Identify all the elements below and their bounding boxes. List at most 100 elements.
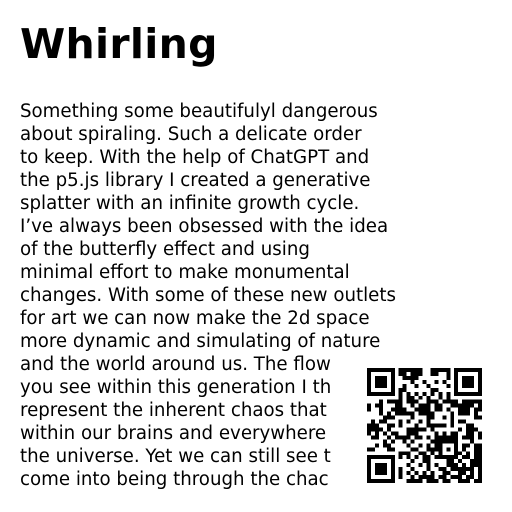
qr-module [454, 387, 459, 392]
qr-module [462, 411, 467, 416]
qr-module [418, 435, 423, 440]
qr-module [367, 427, 371, 432]
qr-module [446, 455, 451, 460]
qr-module [474, 463, 479, 468]
qr-module [402, 387, 407, 392]
qr-module [426, 479, 431, 483]
qr-module [438, 467, 443, 472]
qr-module [414, 383, 419, 388]
qr-module [458, 451, 463, 456]
qr-module [402, 407, 407, 412]
qr-module [370, 455, 375, 460]
qr-module [430, 427, 435, 432]
qr-module [382, 419, 387, 424]
qr-module [367, 423, 371, 428]
qr-module [458, 368, 463, 372]
qr-module [454, 375, 459, 380]
qr-module [426, 447, 431, 452]
qr-module [382, 368, 387, 372]
qr-module [374, 368, 379, 372]
qr-module [422, 455, 427, 460]
qr-module [430, 439, 435, 444]
qr-module [418, 411, 423, 416]
qr-module [398, 451, 403, 456]
qr-module [410, 479, 415, 483]
qr-module [367, 455, 371, 460]
qr-module [382, 463, 387, 468]
qr-module [442, 431, 447, 436]
qr-module [406, 435, 411, 440]
qr-module [434, 368, 439, 372]
qr-module [426, 383, 431, 388]
qr-module [378, 467, 383, 472]
qr-module [374, 431, 379, 436]
qr-module [478, 415, 482, 420]
qr-module [410, 427, 415, 432]
qr-module [406, 443, 411, 448]
qr-module [374, 467, 379, 472]
qr-module [398, 475, 403, 480]
qr-module [410, 439, 415, 444]
qr-module [458, 467, 463, 472]
qr-module [418, 463, 423, 468]
qr-module [398, 419, 403, 424]
qr-module [450, 463, 455, 468]
qr-module [446, 375, 451, 380]
qr-module [422, 403, 427, 408]
qr-module [390, 463, 395, 468]
qr-module [390, 383, 395, 388]
qr-module [446, 395, 451, 400]
qr-module [414, 427, 419, 432]
qr-module [458, 391, 463, 396]
qr-module [378, 379, 383, 384]
qr-module [470, 471, 475, 476]
qr-module [450, 403, 455, 408]
qr-module [406, 391, 411, 396]
qr-module [398, 471, 403, 476]
qr-code-icon[interactable] [367, 368, 482, 483]
qr-module [422, 475, 427, 480]
qr-module [438, 403, 443, 408]
qr-code-panel[interactable] [357, 358, 492, 492]
qr-module [406, 463, 411, 468]
qr-module [434, 443, 439, 448]
qr-module [410, 403, 415, 408]
qr-module [402, 451, 407, 456]
qr-module [478, 459, 482, 464]
qr-module [474, 479, 479, 483]
qr-module [418, 475, 423, 480]
qr-module [382, 479, 387, 483]
qr-module [367, 475, 371, 480]
qr-module [458, 411, 463, 416]
qr-module [446, 439, 451, 444]
qr-module [438, 435, 443, 440]
qr-module [374, 435, 379, 440]
qr-module [422, 407, 427, 412]
qr-module [430, 423, 435, 428]
qr-module [406, 411, 411, 416]
qr-module [454, 391, 459, 396]
qr-module [410, 415, 415, 420]
qr-module [398, 391, 403, 396]
qr-module [442, 415, 447, 420]
qr-module [458, 479, 463, 483]
qr-module [466, 479, 471, 483]
qr-module [434, 399, 439, 404]
qr-module [462, 479, 467, 483]
qr-module [406, 375, 411, 380]
qr-module [474, 411, 479, 416]
qr-module [430, 391, 435, 396]
qr-module [398, 423, 403, 428]
qr-module [422, 411, 427, 416]
qr-module [462, 379, 467, 384]
qr-module [382, 391, 387, 396]
qr-module [402, 383, 407, 388]
qr-module [454, 447, 459, 452]
qr-module [438, 447, 443, 452]
qr-module [378, 383, 383, 388]
qr-module [410, 459, 415, 464]
qr-module [458, 427, 463, 432]
qr-module [370, 435, 375, 440]
qr-module [478, 463, 482, 468]
qr-module [438, 391, 443, 396]
